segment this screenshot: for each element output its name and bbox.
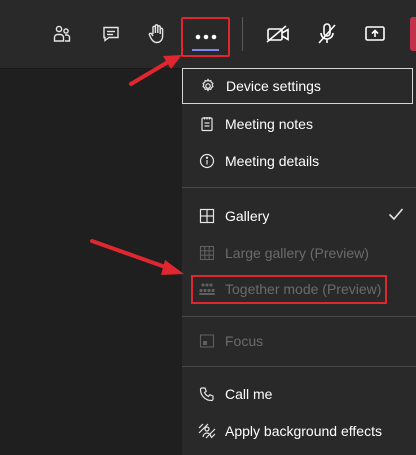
share-screen-icon[interactable] bbox=[362, 21, 388, 47]
people-icon[interactable] bbox=[49, 21, 75, 47]
menu-item-gallery[interactable]: Gallery bbox=[182, 198, 416, 234]
menu-divider bbox=[182, 187, 416, 188]
camera-off-icon[interactable] bbox=[265, 21, 291, 47]
focus-icon bbox=[198, 332, 216, 350]
raise-hand-icon[interactable] bbox=[144, 21, 170, 47]
menu-item-label: Gallery bbox=[225, 208, 270, 224]
more-options-button[interactable] bbox=[181, 17, 230, 57]
menu-item-focus: Focus bbox=[182, 323, 416, 359]
together-mode-icon bbox=[198, 280, 216, 298]
more-options-menu: Device settings Meeting notes Meeting de… bbox=[182, 68, 416, 455]
menu-item-label: Apply background effects bbox=[225, 423, 382, 439]
background-effects-icon bbox=[198, 422, 216, 440]
notes-icon bbox=[198, 115, 216, 133]
phone-icon bbox=[198, 385, 216, 403]
menu-item-label: Meeting details bbox=[225, 153, 320, 169]
menu-item-label: Together mode (Preview) bbox=[225, 281, 382, 297]
menu-item-large-gallery: Large gallery (Preview) bbox=[182, 235, 416, 271]
chat-icon[interactable] bbox=[98, 21, 124, 47]
leave-button[interactable] bbox=[410, 17, 416, 51]
menu-item-meeting-notes[interactable]: Meeting notes bbox=[182, 106, 416, 142]
menu-item-meeting-details[interactable]: Meeting details bbox=[182, 143, 416, 179]
arrow-to-together-mode bbox=[90, 239, 184, 275]
info-icon bbox=[198, 152, 216, 170]
large-gallery-icon bbox=[198, 244, 216, 262]
gear-icon bbox=[199, 77, 217, 95]
menu-divider bbox=[182, 366, 416, 367]
menu-divider bbox=[182, 316, 416, 317]
more-options-icon bbox=[195, 34, 216, 40]
menu-item-label: Call me bbox=[225, 386, 273, 402]
gallery-icon bbox=[198, 207, 216, 225]
menu-item-call-me[interactable]: Call me bbox=[182, 376, 416, 412]
menu-item-label: Meeting notes bbox=[225, 116, 313, 132]
menu-item-label: Focus bbox=[225, 333, 264, 349]
mic-off-icon[interactable] bbox=[314, 21, 340, 47]
menu-item-label: Large gallery (Preview) bbox=[225, 245, 369, 261]
menu-item-apply-background[interactable]: Apply background effects bbox=[182, 413, 416, 449]
active-indicator bbox=[192, 49, 219, 51]
checkmark-icon bbox=[388, 207, 404, 226]
menu-item-label: Device settings bbox=[226, 78, 321, 94]
toolbar-divider bbox=[242, 17, 243, 51]
menu-item-device-settings[interactable]: Device settings bbox=[182, 68, 413, 104]
meeting-toolbar bbox=[0, 0, 416, 69]
menu-item-together-mode: Together mode (Preview) bbox=[182, 271, 416, 307]
